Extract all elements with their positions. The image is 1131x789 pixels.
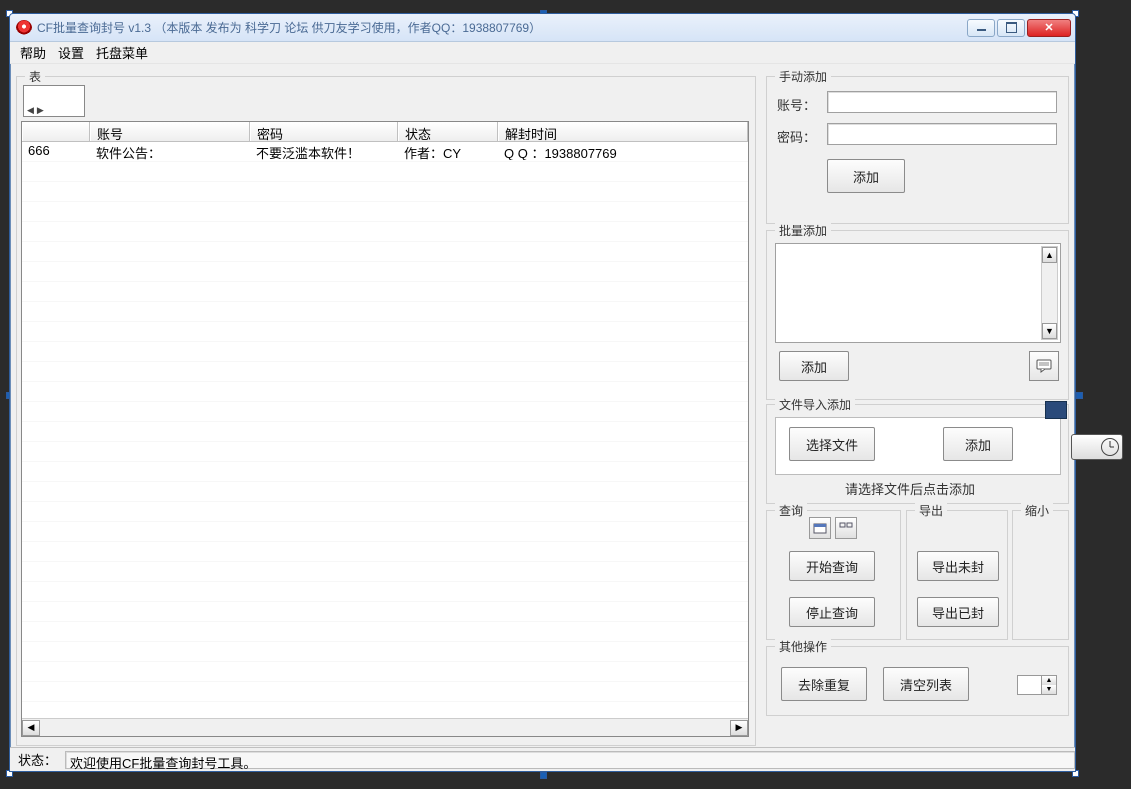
- dedup-button[interactable]: 去除重复: [781, 667, 867, 701]
- col-account[interactable]: 账号: [90, 122, 250, 141]
- account-listview[interactable]: 账号 密码 状态 解封时间 666 软件公告： 不要泛滥本软件！ 作者：CY Q…: [21, 121, 749, 737]
- listview-hscroll[interactable]: ◀ ▶: [22, 718, 748, 736]
- listview-body[interactable]: 666 软件公告： 不要泛滥本软件！ 作者：CY Q Q ：1938807769: [22, 142, 748, 718]
- password-input[interactable]: [827, 123, 1057, 145]
- account-input[interactable]: [827, 91, 1057, 113]
- file-hint: 请选择文件后点击添加: [845, 479, 975, 498]
- menu-help[interactable]: 帮助: [14, 41, 52, 64]
- table-row[interactable]: 666 软件公告： 不要泛滥本软件！ 作者：CY Q Q ：1938807769: [22, 142, 748, 161]
- clear-list-button[interactable]: 清空列表: [883, 667, 969, 701]
- batch-vscroll[interactable]: ▲ ▼: [1041, 246, 1058, 340]
- export-unbanned-button[interactable]: 导出未封: [917, 551, 999, 581]
- batch-add-group: 批量添加 ▲ ▼ 添加: [766, 230, 1069, 400]
- file-add-button[interactable]: 添加: [943, 427, 1013, 461]
- mini-preview[interactable]: ◀▶: [23, 85, 85, 117]
- scroll-right-icon[interactable]: ▶: [730, 720, 748, 736]
- account-label: 账号：: [777, 95, 816, 114]
- status-text: 欢迎使用CF批量查询封号工具。: [65, 751, 1075, 769]
- scroll-left-icon[interactable]: ◀: [22, 720, 40, 736]
- scroll-down-icon[interactable]: ▼: [1042, 323, 1057, 339]
- query-title: 查询: [775, 502, 807, 519]
- list-group: 表 ◀▶ 账号 密码 状态 解封时间 666: [16, 76, 756, 746]
- file-import-group: 文件导入添加 选择文件 添加 请选择文件后点击添加: [766, 404, 1069, 504]
- col-unban[interactable]: 解封时间: [498, 122, 748, 141]
- list-group-title: 表: [25, 68, 45, 85]
- file-import-title: 文件导入添加: [775, 396, 855, 413]
- query-group: 查询 开始查询 停止查询: [766, 510, 901, 640]
- export-group: 导出 导出未封 导出已封: [906, 510, 1008, 640]
- start-query-button[interactable]: 开始查询: [789, 551, 875, 581]
- minimize-button[interactable]: [967, 19, 995, 37]
- close-button[interactable]: [1027, 19, 1071, 37]
- batch-add-title: 批量添加: [775, 222, 831, 239]
- menu-tray[interactable]: 托盘菜单: [90, 41, 154, 64]
- shrink-title: 缩小: [1021, 502, 1053, 519]
- col-index[interactable]: [22, 122, 90, 141]
- manual-add-button[interactable]: 添加: [827, 159, 905, 193]
- batch-add-button[interactable]: 添加: [779, 351, 849, 381]
- grid-icon[interactable]: [835, 517, 857, 539]
- export-title: 导出: [915, 502, 947, 519]
- app-icon: [16, 20, 32, 36]
- app-window: CF批量查询封号 v1.3 （本版本 发布为 科学刀 论坛 供刀友学习使用，作者…: [9, 13, 1076, 772]
- batch-chat-icon[interactable]: [1029, 351, 1059, 381]
- stop-query-button[interactable]: 停止查询: [789, 597, 875, 627]
- password-label: 密码：: [777, 127, 816, 146]
- status-label: 状态：: [10, 750, 65, 769]
- other-ops-group: 其他操作 去除重复 清空列表 ▲▼: [766, 646, 1069, 716]
- maximize-button[interactable]: [997, 19, 1025, 37]
- menu-settings[interactable]: 设置: [52, 41, 90, 64]
- floating-clock-widget[interactable]: [1071, 434, 1123, 460]
- statusbar: 状态： 欢迎使用CF批量查询封号工具。: [10, 747, 1075, 771]
- other-ops-title: 其他操作: [775, 638, 831, 655]
- col-password[interactable]: 密码: [250, 122, 398, 141]
- window-title: CF批量查询封号 v1.3 （本版本 发布为 科学刀 论坛 供刀友学习使用，作者…: [37, 19, 541, 36]
- spin-down-icon[interactable]: ▼: [1041, 685, 1056, 694]
- calendar-icon[interactable]: [809, 517, 831, 539]
- choose-file-button[interactable]: 选择文件: [789, 427, 875, 461]
- manual-add-title: 手动添加: [775, 68, 831, 85]
- export-banned-button[interactable]: 导出已封: [917, 597, 999, 627]
- batch-textarea[interactable]: ▲ ▼: [775, 243, 1061, 343]
- menubar: 帮助 设置 托盘菜单: [10, 42, 1075, 64]
- clock-icon: [1101, 438, 1119, 456]
- spin-up-icon[interactable]: ▲: [1041, 676, 1056, 685]
- file-collapse-icon[interactable]: [1045, 401, 1067, 419]
- shrink-group: 缩小: [1012, 510, 1069, 640]
- col-status[interactable]: 状态: [398, 122, 498, 141]
- scroll-up-icon[interactable]: ▲: [1042, 247, 1057, 263]
- listview-header[interactable]: 账号 密码 状态 解封时间: [22, 122, 748, 142]
- titlebar[interactable]: CF批量查询封号 v1.3 （本版本 发布为 科学刀 论坛 供刀友学习使用，作者…: [10, 14, 1075, 42]
- numeric-spinner[interactable]: ▲▼: [1017, 675, 1057, 695]
- manual-add-group: 手动添加 账号： 密码： 添加: [766, 76, 1069, 224]
